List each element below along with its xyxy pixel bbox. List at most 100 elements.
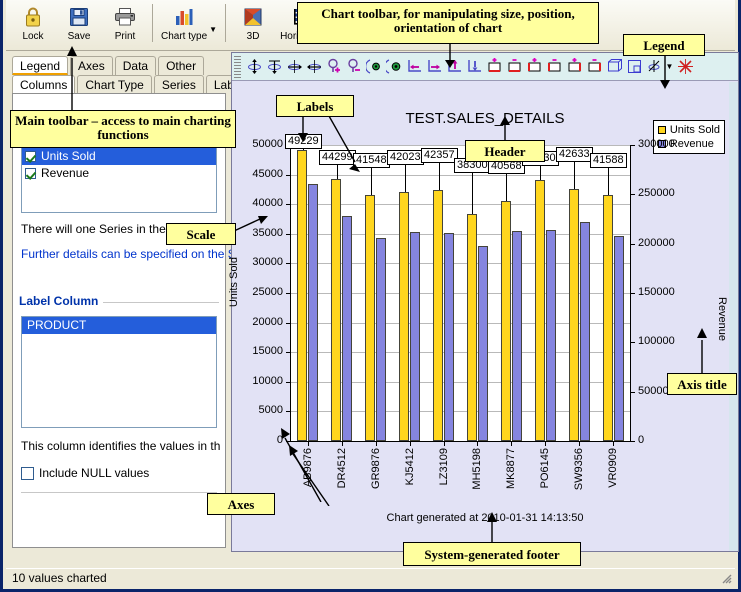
y2-axis-tick-label: 50000 [638, 385, 669, 397]
perspective-increase-icon[interactable] [364, 56, 384, 78]
depth-increase-icon[interactable] [484, 56, 504, 78]
callout-labels-text: Labels [296, 99, 334, 114]
y-axis-tick-label: 50000 [252, 138, 283, 150]
x-axis-tick-label: MK8877 [505, 448, 517, 489]
x-axis-tick-label: PO6145 [539, 448, 551, 489]
bar-revenue [376, 238, 386, 441]
cube-3d-icon [243, 5, 263, 29]
bar-revenue [342, 216, 352, 441]
checkbox-include-null[interactable] [21, 466, 34, 480]
data-label-stem [405, 164, 406, 193]
callout-arrow-axes-2 [289, 445, 330, 506]
data-label-stem [472, 172, 473, 215]
lock-button[interactable]: Lock [10, 2, 56, 48]
x-axis-tick-label: SW9356 [573, 448, 585, 491]
reset-icon[interactable] [675, 56, 695, 78]
zoom-out-icon[interactable] [344, 56, 364, 78]
depth-decrease-icon[interactable] [504, 56, 524, 78]
series-link[interactable]: Further details can be specified on the … [21, 247, 236, 261]
callout-arrow-chart-toolbar [445, 42, 455, 68]
move-down-icon[interactable] [464, 56, 484, 78]
move-right-icon[interactable] [424, 56, 444, 78]
zoom-in-icon[interactable] [324, 56, 344, 78]
three-d-button[interactable]: 3D [230, 2, 276, 48]
callout-arrow-legend [660, 55, 670, 89]
callout-main-toolbar: Main toolbar – access to main charting f… [10, 110, 236, 148]
label-column-note: This column identifies the values in th [21, 439, 221, 453]
y2-axis-tick [630, 392, 635, 393]
y-axis-tick [286, 293, 291, 294]
legend-label-units-sold: Units Sold [669, 124, 720, 136]
save-label: Save [67, 31, 91, 42]
callout-chart-toolbar: Chart toolbar, for manipulating size, po… [297, 2, 599, 44]
x-axis-tick [477, 441, 478, 446]
tab-series-label: Series [161, 78, 196, 92]
data-label-stem [608, 166, 609, 195]
list-item[interactable]: PRODUCT [22, 317, 216, 334]
bar-revenue [580, 222, 590, 441]
bar-units-sold [467, 214, 477, 441]
fit-icon[interactable] [604, 56, 624, 78]
width-decrease-icon[interactable] [544, 56, 564, 78]
y-axis-tick [286, 382, 291, 383]
y2-axis-tick-label: 150000 [638, 286, 675, 298]
print-button[interactable]: Print [102, 2, 148, 48]
y-axis-tick-label: 40000 [252, 197, 283, 209]
move-left-icon[interactable] [404, 56, 424, 78]
y2-axis-tick [630, 293, 635, 294]
bar-revenue [614, 236, 624, 441]
list-item[interactable]: Units Sold [22, 148, 216, 165]
checkbox-revenue[interactable] [25, 168, 36, 179]
tab-axes-label: Axes [78, 59, 105, 73]
width-increase-icon[interactable] [524, 56, 544, 78]
tab-series[interactable]: Series [153, 75, 204, 94]
rotate-y-icon[interactable] [284, 56, 304, 78]
y2-axis-tick-label: 100000 [638, 335, 675, 347]
y-axis-tick [286, 263, 291, 264]
chevron-down-icon[interactable]: ▼ [209, 25, 217, 34]
tab-legend[interactable]: Legend [12, 56, 69, 75]
restore-icon[interactable] [624, 56, 644, 78]
tab-data[interactable]: Data [114, 56, 157, 75]
x-axis-tick-label: VR0909 [607, 448, 619, 488]
resize-grip-icon[interactable] [719, 571, 733, 585]
legend-swatch-units-sold [657, 126, 666, 134]
tab-data-label: Data [122, 59, 149, 73]
bar-units-sold [433, 190, 443, 441]
data-label: 41588 [590, 152, 627, 168]
bar-revenue [478, 246, 488, 441]
tab-other[interactable]: Other [158, 56, 205, 75]
tab-chart-type[interactable]: Chart Type [77, 75, 152, 94]
callout-arrow-header [500, 116, 510, 142]
bar-revenue [444, 233, 454, 441]
rotate-x-reverse-icon[interactable] [264, 56, 284, 78]
height-increase-icon[interactable] [564, 56, 584, 78]
rotate-y-reverse-icon[interactable] [304, 56, 324, 78]
data-label-stem [506, 172, 507, 201]
list-item[interactable]: Revenue [22, 165, 216, 182]
chart-type-button[interactable]: Chart type ▼ [157, 2, 221, 48]
data-label-stem [574, 160, 575, 189]
callout-arrow-footer [487, 512, 497, 544]
x-axis-tick-label: KJ5412 [404, 448, 416, 486]
perspective-decrease-icon[interactable] [384, 56, 404, 78]
tab-row-primary: Legend Axes Data Other [12, 56, 206, 75]
height-decrease-icon[interactable] [584, 56, 604, 78]
toolbar-drag-handle[interactable] [234, 55, 241, 78]
floppy-disk-icon [69, 5, 89, 29]
y-axis-tick-label: 5000 [258, 404, 283, 416]
checkbox-units-sold[interactable] [25, 151, 36, 162]
include-null-row[interactable]: Include NULL values [21, 466, 149, 480]
legend-item-units-sold: Units Sold [657, 123, 720, 137]
panel-bottom-divider [21, 492, 217, 493]
x-axis-tick [613, 441, 614, 446]
label-column-listbox[interactable]: PRODUCT [21, 316, 217, 428]
data-label: 42357 [421, 148, 458, 164]
plot-area [291, 145, 630, 441]
save-button[interactable]: Save [56, 2, 102, 48]
callout-chart-toolbar-text: Chart toolbar, for manipulating size, po… [321, 6, 575, 35]
rotate-x-icon[interactable] [244, 56, 264, 78]
y-axis-tick-label: 25000 [252, 286, 283, 298]
bar-units-sold [365, 195, 375, 441]
y-axis-tick-label: 20000 [252, 316, 283, 328]
